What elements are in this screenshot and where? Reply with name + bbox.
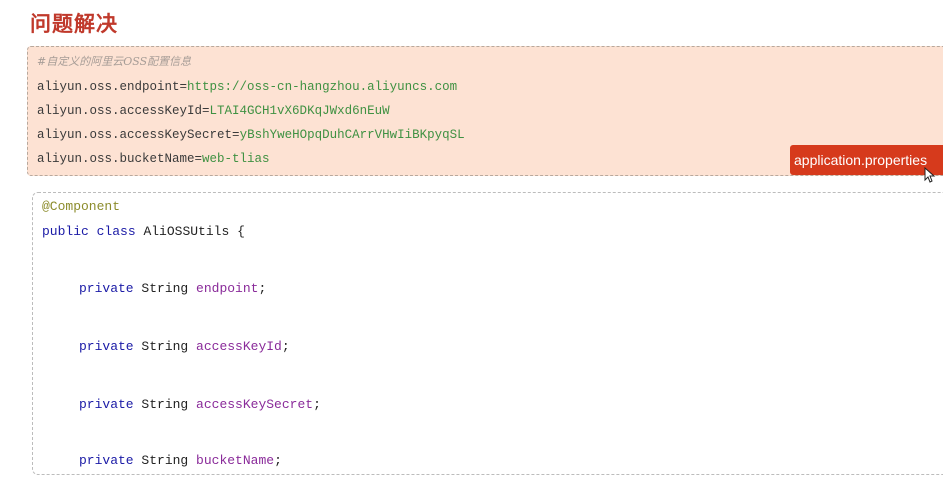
property-value: web-tlias [202,152,270,166]
annotation-line: @Component [42,199,121,214]
keyword-class: class [96,224,136,239]
class-name: AliOSSUtils [143,224,230,239]
properties-comment: #自定义的阿里云OSS配置信息 [37,55,192,68]
field-declaration: private String endpoint; [42,281,266,296]
semicolon: ; [313,397,321,412]
field-type: String [141,339,189,354]
field-declaration: private String accessKeyId; [42,339,290,354]
file-name-badge[interactable]: application.properties [790,145,943,175]
field-name: bucketName [196,453,275,468]
mouse-pointer-icon [924,167,936,183]
field-name: endpoint [196,281,259,296]
property-equals: = [179,80,188,94]
property-key: aliyun.oss.bucketName [37,152,195,166]
property-equals: = [202,104,210,118]
property-key: aliyun.oss.endpoint [37,80,180,94]
property-value: yBshYweHOpqDuhCArrVHwIiBKpyqSL [239,128,465,142]
field-type: String [141,397,189,412]
field-modifier: private [79,281,134,296]
property-key: aliyun.oss.accessKeyId [37,104,203,118]
field-declaration: private String accessKeySecret; [42,397,321,412]
field-name: accessKeyId [196,339,282,354]
property-equals: = [232,128,240,142]
property-line: aliyun.oss.bucketName=web-tlias [37,152,270,166]
page-title: 问题解决 [30,12,118,36]
java-code-block: @Component public class AliOSSUtils { pr… [32,192,943,475]
property-line: aliyun.oss.accessKeyId=LTAI4GCH1vX6DKqJW… [37,104,390,118]
semicolon: ; [258,281,267,296]
keyword-public: public [42,224,89,239]
field-name: accessKeySecret [196,397,314,412]
field-type: String [141,281,189,296]
field-modifier: private [79,397,134,412]
page: 问题解决 #自定义的阿里云OSS配置信息 aliyun.oss.endpoint… [0,0,943,479]
property-value: LTAI4GCH1vX6DKqJWxd6nEuW [209,104,390,118]
semicolon: ; [281,339,290,354]
open-brace: { [237,224,245,239]
semicolon: ; [274,453,282,468]
field-declaration: private String bucketName; [42,453,282,468]
property-value: https://oss-cn-hangzhou.aliyuncs.com [187,80,458,94]
field-type: String [141,453,189,468]
property-line: aliyun.oss.endpoint=https://oss-cn-hangz… [37,80,457,94]
property-key: aliyun.oss.accessKeySecret [37,128,233,142]
property-equals: = [194,152,203,166]
property-line: aliyun.oss.accessKeySecret=yBshYweHOpqDu… [37,128,465,142]
field-modifier: private [79,339,134,354]
field-modifier: private [79,453,134,468]
class-declaration: public class AliOSSUtils { [42,224,245,239]
